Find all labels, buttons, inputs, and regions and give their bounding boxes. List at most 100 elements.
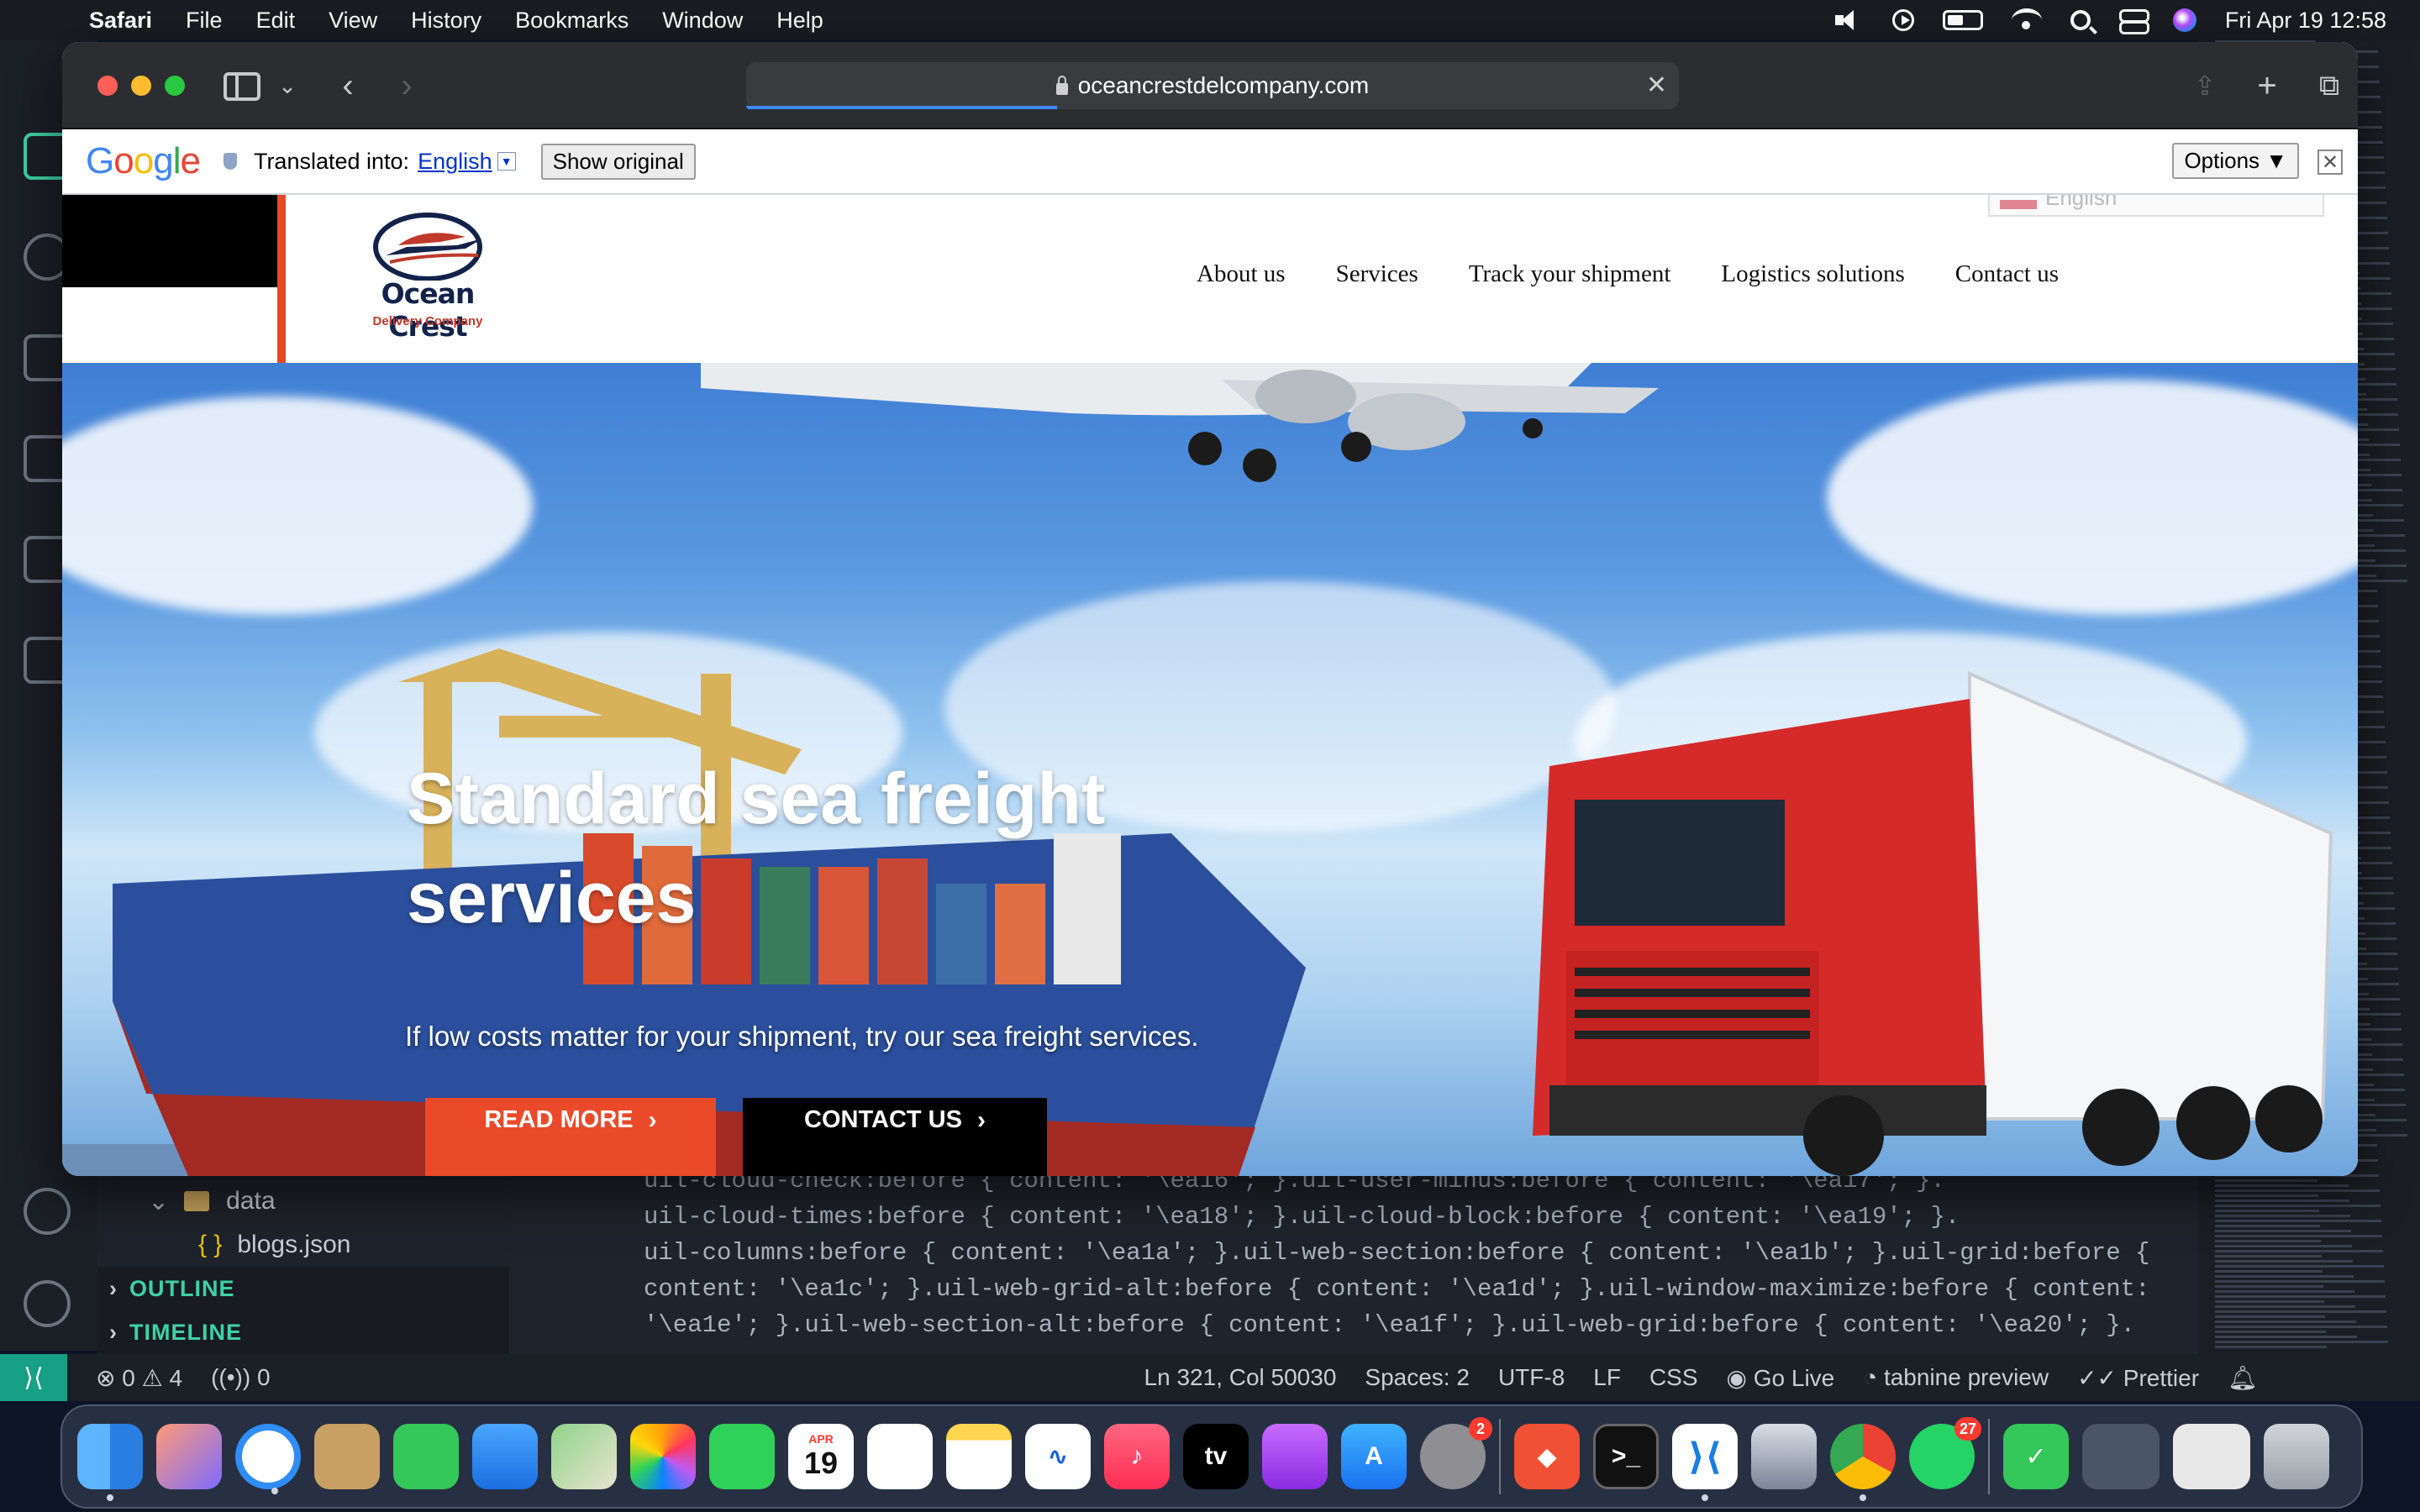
minimap-line bbox=[2215, 1205, 2381, 1207]
minimap-line bbox=[2215, 1235, 2382, 1237]
menu-history[interactable]: History bbox=[411, 8, 481, 34]
reminders-icon[interactable] bbox=[867, 1424, 933, 1489]
notes-icon[interactable] bbox=[946, 1424, 1012, 1489]
safari-icon[interactable] bbox=[235, 1424, 301, 1494]
music-icon[interactable]: ♪ bbox=[1104, 1424, 1170, 1489]
go-live-button[interactable]: ◉ Go Live bbox=[1727, 1364, 1835, 1392]
end-of-line[interactable]: LF bbox=[1593, 1364, 1621, 1391]
system-settings-icon[interactable]: 2 bbox=[1420, 1417, 1492, 1489]
nav-services[interactable]: Services bbox=[1336, 260, 1418, 288]
language-mode[interactable]: CSS bbox=[1649, 1364, 1698, 1391]
menu-edit[interactable]: Edit bbox=[256, 8, 296, 34]
translation-language-link[interactable]: English bbox=[418, 149, 492, 175]
translate-options-button[interactable]: Options ▼ bbox=[2172, 143, 2299, 179]
recent-window-thumbnail[interactable] bbox=[2082, 1424, 2160, 1489]
back-icon[interactable]: ‹ bbox=[328, 66, 368, 106]
menu-view[interactable]: View bbox=[329, 8, 377, 34]
downloads-stack-icon[interactable]: ✓ bbox=[2003, 1424, 2069, 1489]
share-icon[interactable]: ⇪ bbox=[2185, 66, 2225, 106]
settings-gear-icon[interactable] bbox=[24, 1280, 71, 1327]
minimize-window-button[interactable] bbox=[131, 76, 151, 96]
outline-section[interactable]: › OUTLINE bbox=[97, 1267, 509, 1310]
tabnine-status[interactable]: ◔ tabnine preview bbox=[1863, 1364, 2049, 1391]
show-original-button[interactable]: Show original bbox=[540, 143, 696, 180]
ports-indicator[interactable]: ((•)) 0 bbox=[211, 1364, 270, 1391]
nav-track-shipment[interactable]: Track your shipment bbox=[1469, 260, 1671, 288]
language-selector[interactable]: English bbox=[1988, 195, 2324, 217]
error-icon: ⊗ bbox=[96, 1364, 116, 1391]
app-store-icon[interactable]: A bbox=[1341, 1424, 1407, 1489]
nav-about-us[interactable]: About us bbox=[1197, 260, 1286, 288]
minimap-line bbox=[2215, 1275, 2354, 1278]
chevron-down-icon[interactable]: ⌄ bbox=[267, 66, 308, 106]
close-window-button[interactable] bbox=[97, 76, 118, 96]
cursor-position[interactable]: Ln 321, Col 50030 bbox=[1144, 1364, 1337, 1391]
contact-us-button[interactable]: CONTACT US › bbox=[743, 1098, 1047, 1176]
sidebar-icon[interactable] bbox=[224, 72, 260, 101]
terminal-icon[interactable]: >_ bbox=[1593, 1424, 1659, 1489]
encoding[interactable]: UTF-8 bbox=[1498, 1364, 1565, 1391]
facetime-icon[interactable] bbox=[709, 1424, 775, 1489]
language-dropdown-icon[interactable]: ▼ bbox=[497, 152, 516, 171]
code-editor[interactable]: uil-cloud-check:before { content: '\ea16… bbox=[509, 1176, 2198, 1354]
spotlight-icon[interactable] bbox=[2070, 10, 2091, 30]
account-icon[interactable] bbox=[24, 1188, 71, 1235]
google-translate-bar: Google Translated into: English ▼ Show o… bbox=[62, 129, 2358, 195]
messages-icon[interactable] bbox=[393, 1424, 459, 1489]
calendar-icon[interactable]: APR 19 bbox=[788, 1424, 854, 1489]
volume-icon[interactable] bbox=[1834, 10, 1864, 30]
code-line: uil-columns:before { content: '\ea1a'; }… bbox=[644, 1239, 2150, 1267]
stop-loading-icon[interactable]: ✕ bbox=[1646, 71, 1667, 100]
menu-file[interactable]: File bbox=[186, 8, 223, 34]
recent-window-thumbnail[interactable] bbox=[2173, 1424, 2250, 1489]
language-selector-label: English bbox=[2045, 195, 2118, 210]
wifi-icon[interactable] bbox=[2011, 8, 2042, 32]
siri-icon[interactable] bbox=[2172, 8, 2196, 32]
remote-indicator-icon[interactable]: ⟩⟨ bbox=[0, 1354, 67, 1401]
nav-logistics-solutions[interactable]: Logistics solutions bbox=[1721, 260, 1904, 288]
battery-icon[interactable] bbox=[1942, 10, 1983, 30]
freeform-icon[interactable]: ∿ bbox=[1025, 1424, 1091, 1489]
maps-icon[interactable] bbox=[551, 1424, 617, 1489]
menu-help[interactable]: Help bbox=[776, 8, 823, 34]
contacts-icon[interactable] bbox=[314, 1424, 380, 1489]
menu-app-safari[interactable]: Safari bbox=[89, 8, 152, 34]
minimap-line bbox=[2215, 1295, 2386, 1298]
minimap-line bbox=[2215, 1260, 2353, 1263]
mail-icon[interactable] bbox=[472, 1424, 538, 1489]
photos-icon[interactable] bbox=[630, 1424, 696, 1489]
menu-clock[interactable]: Fri Apr 19 12:58 bbox=[2225, 8, 2386, 34]
tv-icon[interactable]: tv bbox=[1183, 1424, 1249, 1489]
new-tab-icon[interactable]: + bbox=[2247, 66, 2287, 106]
control-center-icon[interactable] bbox=[2118, 9, 2149, 34]
running-indicator bbox=[107, 1494, 113, 1501]
menu-window[interactable]: Window bbox=[662, 8, 743, 34]
folder-icon bbox=[184, 1191, 210, 1211]
preview-icon[interactable] bbox=[1751, 1424, 1817, 1489]
address-bar[interactable]: oceancrestdelcompany.com ✕ bbox=[746, 62, 1679, 109]
translated-into-label: Translated into: bbox=[253, 148, 410, 174]
site-logo[interactable]: Ocean Crest Delivery Company bbox=[339, 205, 516, 348]
git-client-icon[interactable]: ◆ bbox=[1514, 1424, 1580, 1489]
now-playing-icon[interactable] bbox=[1891, 9, 1914, 31]
timeline-section[interactable]: › TIMELINE bbox=[97, 1310, 509, 1354]
prettier-status[interactable]: ✓✓ Prettier bbox=[2077, 1364, 2199, 1392]
tree-folder-data[interactable]: ⌄ data bbox=[148, 1179, 276, 1223]
notifications-bell-icon[interactable]: 🔔︎ bbox=[2228, 1364, 2258, 1392]
finder-icon[interactable] bbox=[77, 1424, 143, 1501]
chrome-icon[interactable] bbox=[1830, 1424, 1896, 1501]
indentation[interactable]: Spaces: 2 bbox=[1365, 1364, 1470, 1391]
launchpad-icon[interactable] bbox=[156, 1424, 222, 1489]
problems-indicator[interactable]: ⊗ 0 ⚠ 4 bbox=[96, 1364, 182, 1392]
close-translate-bar-icon[interactable]: ✕ bbox=[2317, 150, 2343, 175]
zoom-window-button[interactable] bbox=[165, 76, 185, 96]
whatsapp-icon[interactable]: 27 bbox=[1909, 1417, 1981, 1489]
vscode-icon[interactable]: ⟩⟨ bbox=[1672, 1424, 1738, 1501]
trash-icon[interactable] bbox=[2264, 1424, 2329, 1489]
read-more-button[interactable]: READ MORE › bbox=[425, 1098, 716, 1176]
menu-bookmarks[interactable]: Bookmarks bbox=[515, 8, 629, 34]
tab-overview-icon[interactable]: ⧉ bbox=[2309, 66, 2349, 106]
podcasts-icon[interactable] bbox=[1262, 1424, 1328, 1489]
tree-file-blogs-json[interactable]: { } blogs.json bbox=[198, 1223, 350, 1267]
nav-contact-us[interactable]: Contact us bbox=[1955, 260, 2059, 288]
